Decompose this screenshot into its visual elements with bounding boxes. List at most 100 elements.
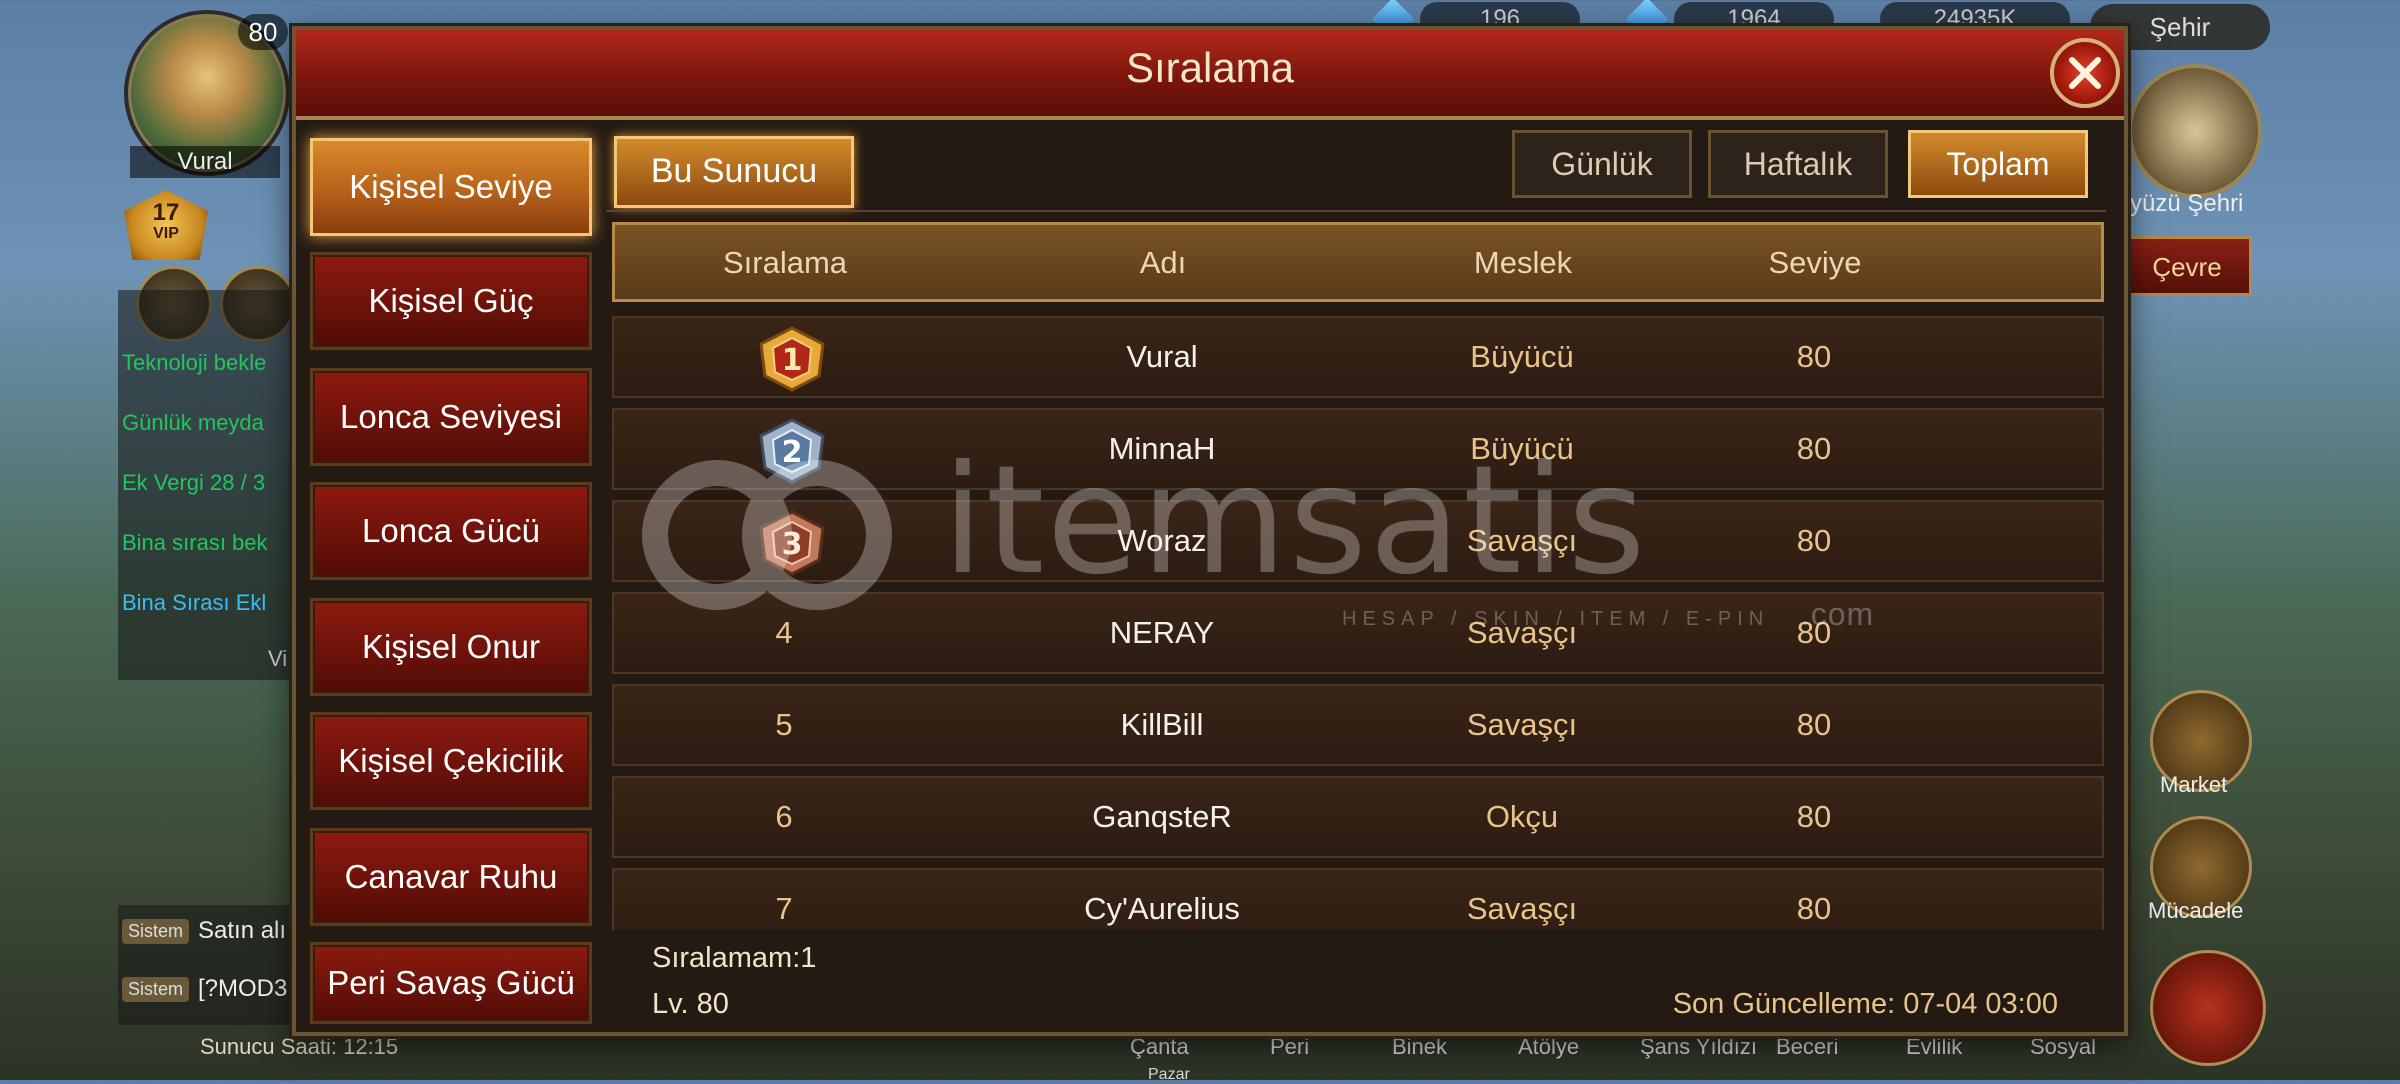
table-row[interactable]: 1 Vural Büyücü 80 [612, 316, 2104, 398]
my-rank: Sıralamam:1 [652, 942, 817, 974]
ranking-table-body[interactable]: 1 Vural Büyücü 80 2 MinnaH Büyücü 80 3 W… [612, 312, 2104, 930]
bronze-medal-icon: 3 [759, 510, 825, 576]
last-update: Son Güncelleme: 07-04 03:00 [1672, 988, 2058, 1020]
column-level: Seviye [1768, 245, 1862, 280]
vip-label: VIP [153, 225, 179, 242]
chat-message: Satın alı [198, 917, 287, 944]
menu-bag[interactable]: Çanta [1130, 1034, 1189, 1060]
vip-level: 17 [152, 199, 180, 226]
category-monster-soul[interactable]: Canavar Ruhu [310, 828, 592, 926]
chat-message: [?MOD3 [198, 975, 288, 1002]
battle-label: Mücadele [2148, 898, 2244, 923]
player-class-cell: Büyücü [1470, 339, 1574, 374]
modal-title: Sıralama [1125, 44, 1295, 91]
city-name: kyüzü Şehri [2118, 190, 2244, 217]
menu-marriage[interactable]: Evlilik [1906, 1034, 1962, 1060]
player-class-cell: Savaşçı [1466, 707, 1578, 742]
player-name-cell: Cy'Aurelius [1084, 891, 1240, 926]
player-name: Vural [130, 146, 280, 178]
menu-lucky-star[interactable]: Şans Yıldızı [1640, 1034, 1757, 1060]
this-server-tab[interactable]: Bu Sunucu [614, 136, 854, 208]
rank-cell: 5 [775, 707, 793, 742]
category-personal-level[interactable]: Kişisel Seviye [310, 138, 592, 236]
vip-badge[interactable]: 17 VIP [124, 190, 208, 260]
player-class-cell: Büyücü [1470, 431, 1574, 466]
table-row[interactable]: 4 NERAY Savaşçı 80 [612, 592, 2104, 674]
player-name-cell: KillBill [1120, 707, 1204, 742]
rank-cell: 6 [775, 799, 793, 834]
player-name-cell: Vural [1126, 339, 1198, 374]
close-icon [2069, 57, 2101, 89]
player-class-cell: Savaşçı [1466, 615, 1578, 650]
player-name-cell: Woraz [1117, 523, 1207, 558]
player-name-cell: GanqsteR [1092, 799, 1232, 834]
quest-panel: Teknoloji bekle Günlük meyda Ek Vergi 28… [118, 290, 308, 680]
quest-item[interactable]: Günlük meyda [122, 410, 302, 436]
rank-cell: 4 [775, 615, 793, 650]
menu-market-place[interactable]: Pazar [1148, 1066, 1190, 1084]
surroundings-button[interactable]: Çevre [2122, 236, 2252, 296]
column-class: Meslek [1473, 245, 1573, 280]
category-personal-charm[interactable]: Kişisel Çekicilik [310, 712, 592, 810]
chat-tag: Sistem [122, 919, 190, 944]
rank-cell: 7 [775, 891, 793, 926]
chat-tag: Sistem [122, 977, 190, 1002]
quest-item[interactable]: Bina sırası bek [122, 530, 302, 556]
menu-mount[interactable]: Binek [1392, 1034, 1447, 1060]
quest-item[interactable]: Teknoloji bekle [122, 350, 302, 376]
menu-workshop[interactable]: Atölye [1518, 1034, 1579, 1060]
gold-medal-icon: 1 [759, 326, 825, 392]
city-emblem-icon[interactable] [2128, 64, 2262, 198]
player-level-cell: 80 [1796, 707, 1832, 742]
tab-total[interactable]: Toplam [1908, 130, 2088, 198]
player-name-cell: MinnaH [1108, 431, 1216, 466]
table-row[interactable]: 5 KillBill Savaşçı 80 [612, 684, 2104, 766]
table-row[interactable]: 3 Woraz Savaşçı 80 [612, 500, 2104, 582]
quest-text: Vi [268, 646, 288, 671]
player-class-cell: Okçu [1485, 799, 1559, 834]
menu-social[interactable]: Sosyal [2030, 1034, 2096, 1060]
medal-number: 2 [782, 435, 803, 470]
ranking-table-header: Sıralama Adı Meslek Seviye [612, 222, 2104, 302]
medal-number: 3 [782, 527, 803, 562]
column-rank: Sıralama [722, 245, 848, 280]
category-personal-honor[interactable]: Kişisel Onur [310, 598, 592, 696]
silver-medal-icon: 2 [759, 418, 825, 484]
category-fairy-power[interactable]: Peri Savaş Gücü [310, 942, 592, 1024]
table-row[interactable]: 2 MinnaH Büyücü 80 [612, 408, 2104, 490]
tabs-divider [606, 210, 2106, 212]
table-row[interactable]: 7 Cy'Aurelius Savaşçı 80 [612, 868, 2104, 930]
menu-skill[interactable]: Beceri [1776, 1034, 1838, 1060]
column-name: Adı [1139, 245, 1187, 280]
quest-item[interactable]: Ek Vergi 28 / 3 [122, 470, 302, 496]
modal-header: Sıralama [296, 30, 2124, 120]
quest-item[interactable]: Bina Sırası Ekl [122, 590, 302, 616]
player-level-cell: 80 [1796, 799, 1832, 834]
tab-daily[interactable]: Günlük [1512, 130, 1692, 198]
player-class-cell: Savaşçı [1466, 523, 1578, 558]
quest-text: Bina sırası bek [122, 530, 268, 555]
quest-text: Bina Sırası Ekl [122, 590, 267, 615]
my-level: Lv. 80 [652, 988, 729, 1020]
chat-box[interactable]: Sistem Satın alı Sistem [?MOD3 [118, 905, 298, 1025]
server-time: Sunucu Saati: 12:15 [200, 1034, 399, 1059]
player-level-badge: 80 [238, 14, 288, 50]
quest-text: Ek Vergi 28 / 3 [122, 470, 266, 495]
player-class-cell: Savaşçı [1466, 891, 1578, 926]
player-name-cell: NERAY [1109, 615, 1215, 650]
player-level-cell: 80 [1796, 891, 1832, 926]
quest-text: Teknoloji bekle [122, 350, 267, 375]
tab-weekly[interactable]: Haftalık [1708, 130, 1888, 198]
player-level-cell: 80 [1796, 431, 1832, 466]
close-button[interactable] [2050, 38, 2120, 108]
market-label: Market [2160, 772, 2228, 797]
medal-number: 1 [782, 343, 803, 378]
category-personal-power[interactable]: Kişisel Güç [310, 252, 592, 350]
quest-text: Günlük meyda [122, 410, 264, 435]
player-level-cell: 80 [1796, 523, 1832, 558]
player-level-cell: 80 [1796, 615, 1832, 650]
category-guild-level[interactable]: Lonca Seviyesi [310, 368, 592, 466]
category-guild-power[interactable]: Lonca Gücü [310, 482, 592, 580]
table-row[interactable]: 6 GanqsteR Okçu 80 [612, 776, 2104, 858]
menu-fairy[interactable]: Peri [1270, 1034, 1309, 1060]
